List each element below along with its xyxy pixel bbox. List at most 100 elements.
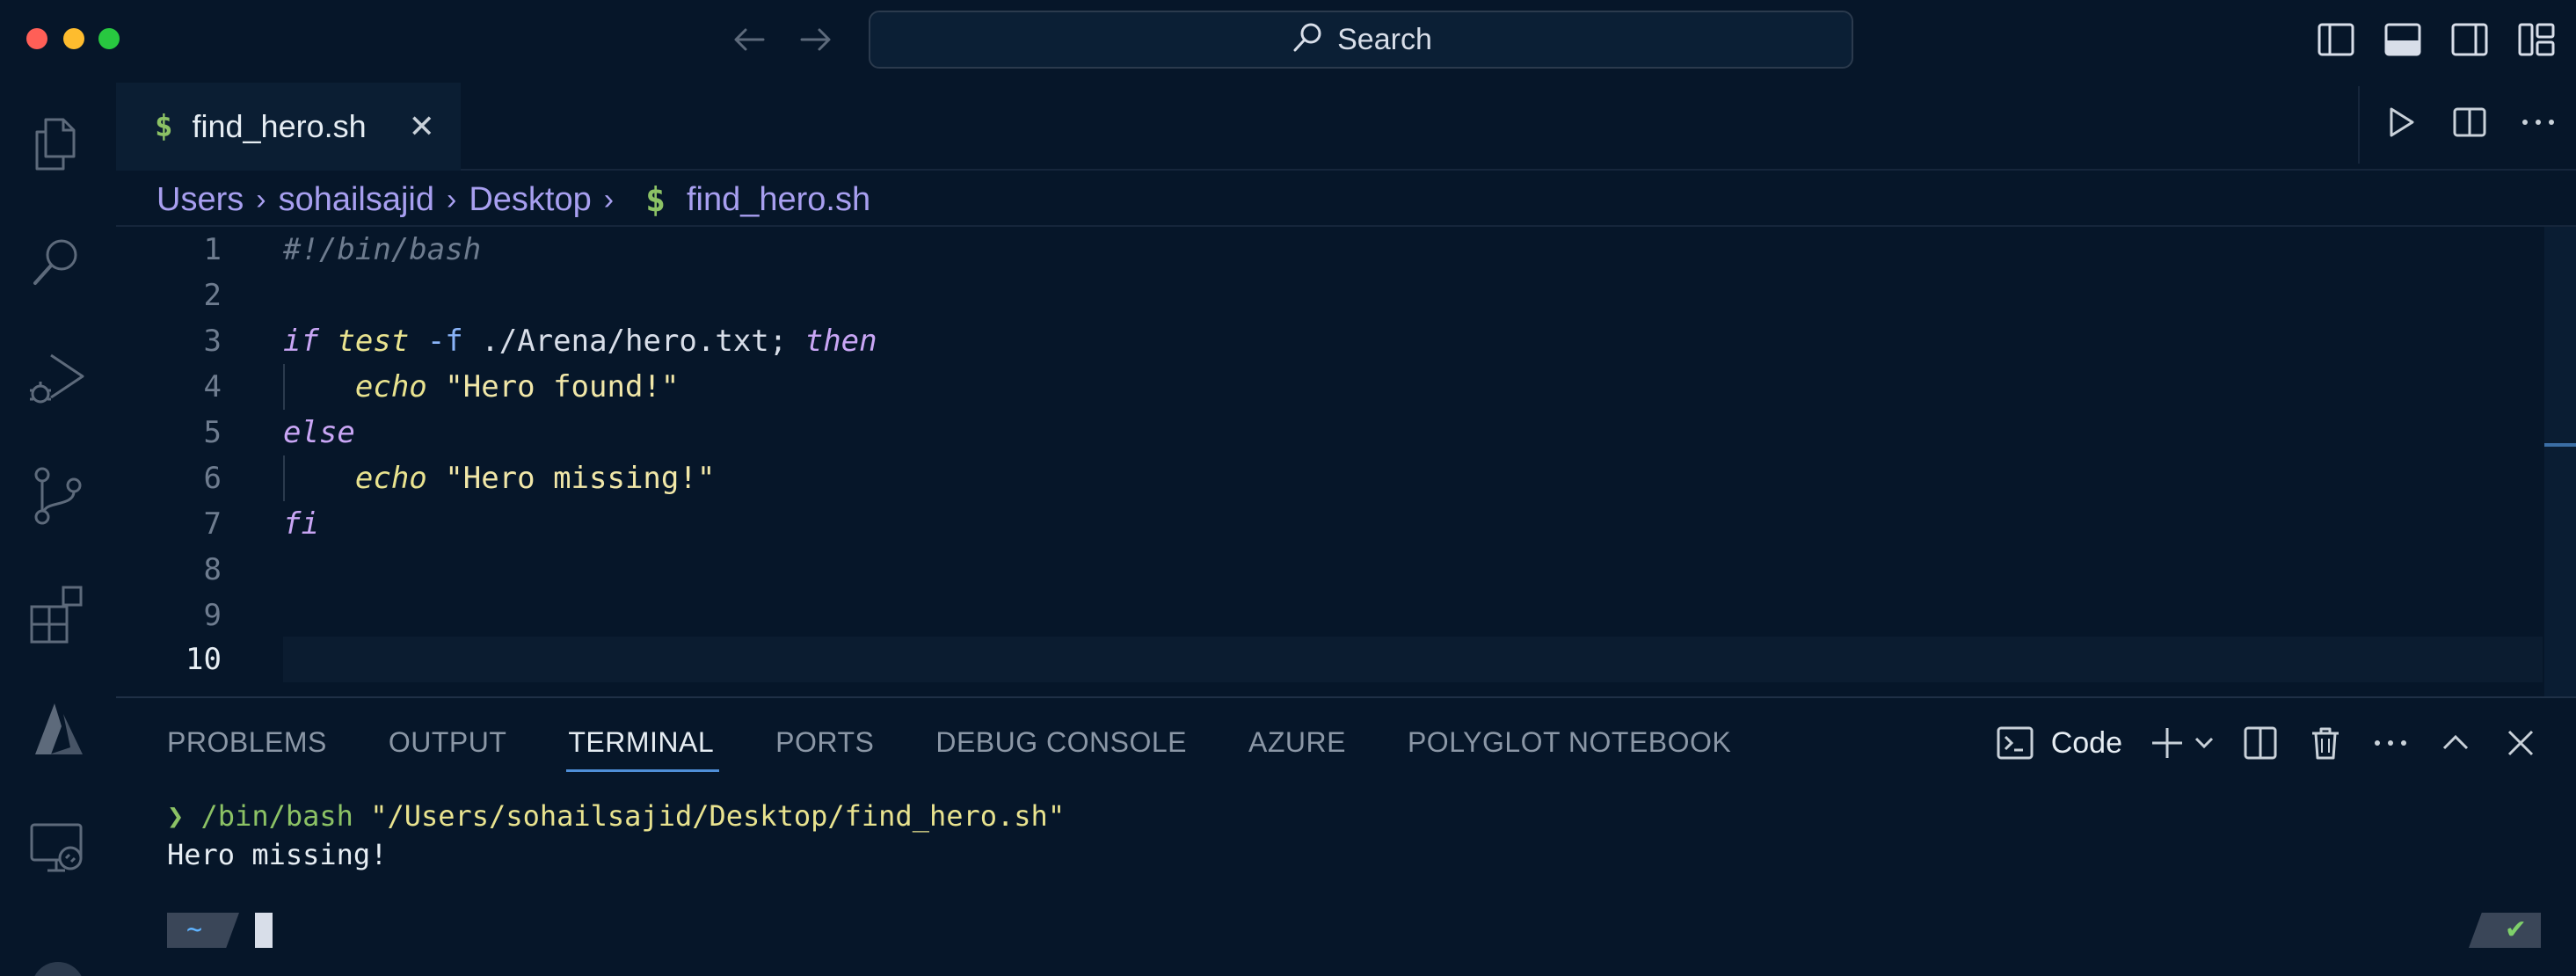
builtin-echo: echo: [354, 461, 427, 496]
command-center-search[interactable]: Search: [869, 11, 1853, 69]
split-terminal-icon[interactable]: [2240, 723, 2281, 763]
activity-bar: [0, 79, 116, 976]
keyword-then: then: [804, 324, 877, 359]
command-argument: "/Users/sohailsajid/Desktop/find_hero.sh…: [370, 799, 1066, 833]
bottom-panel: PROBLEMS OUTPUT TERMINAL PORTS DEBUG CON…: [116, 698, 2576, 976]
tab-polyglot-notebook[interactable]: POLYGLOT NOTEBOOK: [1408, 719, 1731, 765]
shell-file-icon: $: [645, 180, 666, 219]
tab-output[interactable]: OUTPUT: [389, 719, 507, 765]
breadcrumb-desktop[interactable]: Desktop: [469, 181, 591, 219]
shebang-comment: #!/bin/bash: [283, 232, 482, 267]
tab-find-hero-sh[interactable]: $ find_hero.sh ✕: [116, 83, 461, 171]
search-label: Search: [1337, 22, 1432, 56]
forward-arrow-icon[interactable]: [793, 18, 837, 62]
remote-explorer-icon[interactable]: [25, 814, 91, 881]
terminal-output[interactable]: ❯ /bin/bash "/Users/sohailsajid/Desktop/…: [167, 797, 1065, 874]
line-number: 8: [203, 552, 222, 587]
extensions-icon[interactable]: [25, 580, 91, 647]
tab-bar-divider: [2358, 86, 2360, 164]
line-number: 7: [203, 506, 222, 542]
more-actions-icon[interactable]: [2370, 723, 2411, 763]
string-literal: "Hero found!": [445, 369, 680, 404]
layout-controls: [2314, 18, 2558, 62]
scrollbar-cursor-marker: [2544, 443, 2576, 447]
line-number: 1: [203, 232, 222, 267]
active-line-number: 10: [186, 642, 222, 677]
tab-azure[interactable]: AZURE: [1248, 719, 1346, 765]
line-number: 6: [203, 461, 222, 496]
trash-icon[interactable]: [2305, 723, 2346, 763]
minimize-window-button[interactable]: [63, 28, 84, 49]
editor-actions: [2381, 102, 2558, 142]
title-bar: Search: [0, 0, 2576, 79]
accounts-icon[interactable]: [25, 955, 91, 976]
split-editor-icon[interactable]: [2449, 102, 2490, 142]
source-control-icon[interactable]: [25, 463, 91, 529]
run-file-icon[interactable]: [2381, 102, 2421, 142]
test-flag: -f: [426, 324, 463, 359]
back-arrow-icon[interactable]: [728, 18, 772, 62]
chevron-down-icon[interactable]: [2193, 723, 2216, 763]
vscode-window: Search $ find_hero.sh ✕ Users › sohailsa…: [0, 0, 2576, 976]
tab-terminal[interactable]: TERMINAL: [566, 719, 719, 772]
explorer-icon[interactable]: [25, 111, 91, 178]
line-number: 3: [203, 324, 222, 359]
builtin-echo: echo: [354, 369, 427, 404]
code-line-5: else: [283, 410, 355, 455]
terminal-command-line: ❯ /bin/bash "/Users/sohailsajid/Desktop/…: [167, 797, 1065, 835]
editor-tab-bar: $ find_hero.sh ✕: [116, 79, 2576, 171]
line-number: 2: [203, 278, 222, 313]
semicolon: ;: [768, 324, 788, 359]
terminal-cursor: [255, 913, 273, 948]
line-number: 4: [203, 369, 222, 404]
close-window-button[interactable]: [26, 28, 47, 49]
chevron-right-icon: ›: [447, 182, 457, 216]
breadcrumb-file[interactable]: find_hero.sh: [687, 181, 870, 219]
command: /bin/bash: [200, 799, 353, 833]
breadcrumb-users[interactable]: Users: [156, 181, 244, 219]
terminal-output-line: Hero missing!: [167, 838, 388, 871]
chevron-right-icon: ›: [256, 182, 266, 216]
keyword-else: else: [283, 415, 355, 450]
code-line-1: #!/bin/bash: [283, 227, 481, 273]
toggle-panel-icon[interactable]: [2381, 18, 2425, 62]
close-tab-icon[interactable]: ✕: [409, 108, 435, 145]
line-number: 5: [203, 415, 222, 450]
run-and-debug-icon[interactable]: [25, 346, 91, 413]
line-number: 9: [203, 598, 222, 633]
prompt-cwd-segment: ~: [167, 913, 239, 948]
azure-icon[interactable]: [25, 696, 91, 763]
keyword-fi: fi: [283, 506, 319, 542]
shell-file-icon: $: [155, 109, 173, 144]
more-actions-icon[interactable]: [2518, 102, 2558, 142]
prompt-status-segment: ✔: [2469, 913, 2541, 948]
terminal-icon: [1995, 723, 2035, 763]
search-icon: [1290, 20, 1325, 60]
new-terminal-icon[interactable]: [2147, 723, 2187, 763]
customize-layout-icon[interactable]: [2514, 18, 2558, 62]
file-path: ./Arena/hero.txt: [481, 324, 769, 359]
panel-actions: Code: [1995, 723, 2541, 763]
search-view-icon[interactable]: [25, 229, 91, 295]
breadcrumb: Users › sohailsajid › Desktop › $ find_h…: [156, 172, 870, 227]
code-line-4: echo "Hero found!": [283, 364, 679, 410]
tab-ports[interactable]: PORTS: [775, 719, 874, 765]
code-line-6: echo "Hero missing!": [283, 455, 715, 501]
tab-debug-console[interactable]: DEBUG CONSOLE: [935, 719, 1187, 765]
tab-label: find_hero.sh: [192, 108, 367, 144]
breadcrumb-sohailsajid[interactable]: sohailsajid: [279, 181, 434, 219]
tab-problems[interactable]: PROBLEMS: [167, 719, 327, 765]
zoom-window-button[interactable]: [98, 28, 120, 49]
code-editor[interactable]: 1 2 3 4 5 6 7 8 9 10 #!/bin/bash if test…: [116, 227, 2576, 696]
keyword-if: if: [283, 324, 319, 359]
prompt-arrow: ❯: [167, 799, 185, 833]
chevron-right-icon: ›: [603, 182, 615, 216]
maximize-panel-icon[interactable]: [2435, 723, 2476, 763]
editor-scrollbar[interactable]: [2544, 227, 2576, 696]
toggle-primary-sidebar-icon[interactable]: [2314, 18, 2358, 62]
terminal-name[interactable]: Code: [2051, 726, 2122, 761]
toggle-secondary-sidebar-icon[interactable]: [2448, 18, 2492, 62]
builtin-test: test: [337, 324, 410, 359]
close-panel-icon[interactable]: [2500, 723, 2541, 763]
panel-tabs: PROBLEMS OUTPUT TERMINAL PORTS DEBUG CON…: [167, 719, 1731, 772]
